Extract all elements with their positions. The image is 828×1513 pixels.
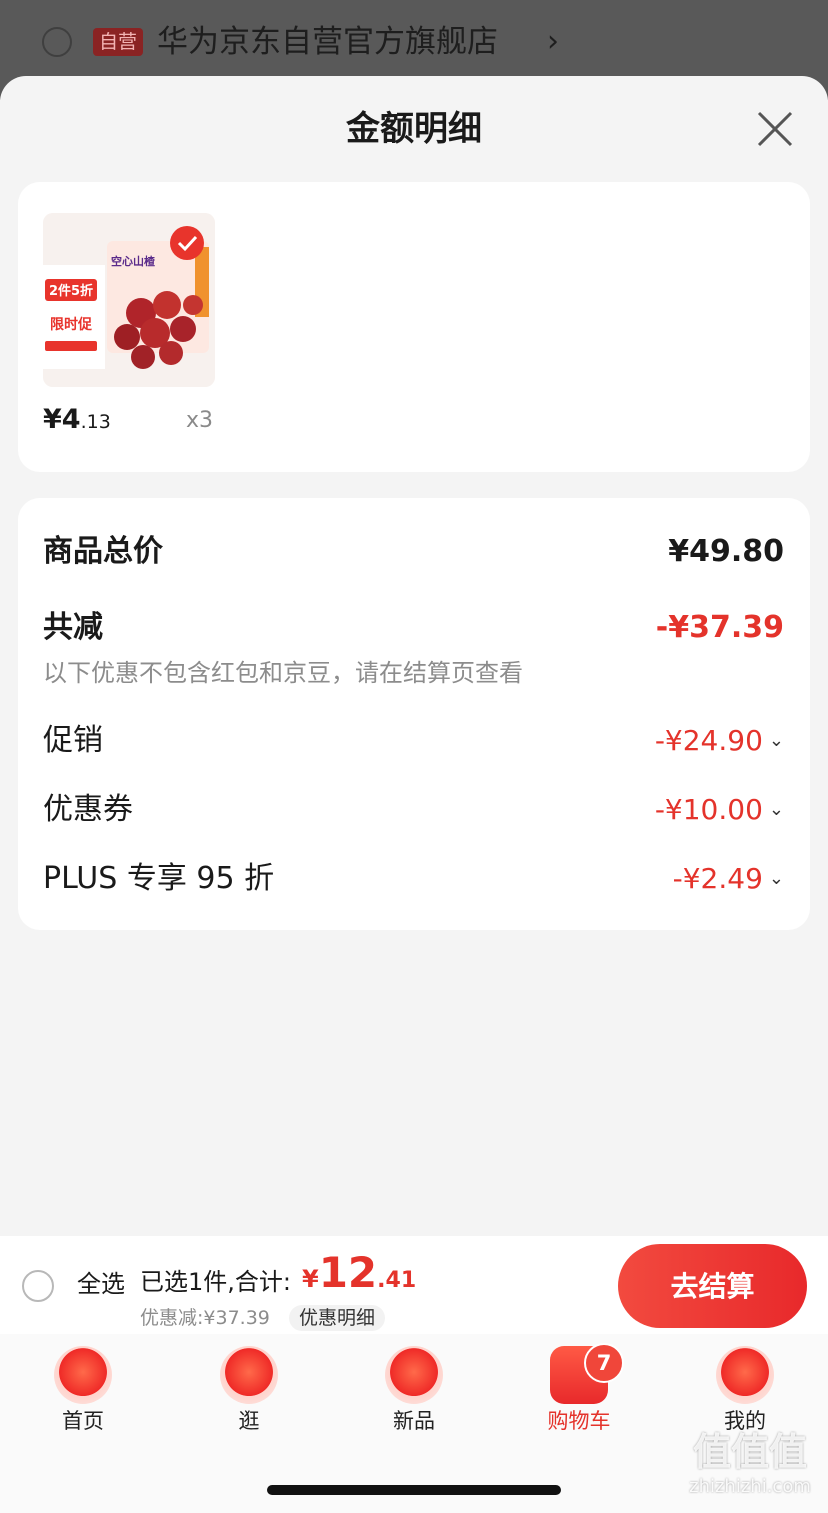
chevron-right-icon[interactable]: › <box>547 22 559 62</box>
promo-text-2: 限时促 <box>50 316 93 333</box>
tab-new-products-label: 新品 <box>393 1409 435 1433</box>
promotion-amount: -¥24.90 <box>654 724 763 757</box>
close-icon[interactable] <box>757 111 793 147</box>
profile-icon <box>716 1346 774 1404</box>
total-integer: 12 <box>318 1248 378 1297</box>
discount-detail-button[interactable]: 优惠明细 <box>289 1305 386 1331</box>
tab-home[interactable]: 首页 <box>23 1346 143 1436</box>
chevron-down-icon[interactable]: ⌄ <box>769 719 784 763</box>
selected-count: 已选1件,合计: <box>140 1268 291 1296</box>
promotion-value[interactable]: -¥24.90 ⌄ <box>655 719 784 767</box>
discount-note: 以下优惠不包含红包和京豆，请在结算页查看 <box>43 659 523 687</box>
chevron-down-icon[interactable]: ⌄ <box>769 788 784 832</box>
plus-discount-amount: -¥2.49 <box>672 862 763 895</box>
cart-count-badge: 7 <box>584 1343 624 1383</box>
sheet-title: 金额明细 <box>346 109 482 149</box>
total-reduction-label: 共减 <box>43 610 103 645</box>
watermark-url: zhizhizhi.com <box>689 1476 811 1497</box>
new-products-icon <box>385 1346 443 1404</box>
chevron-down-icon[interactable]: ⌄ <box>769 857 784 901</box>
store-select-radio[interactable] <box>42 27 72 57</box>
promotion-label: 促销 <box>43 723 103 758</box>
price-decimal: .13 <box>80 411 111 433</box>
plus-discount-value[interactable]: -¥2.49 ⌄ <box>673 857 784 905</box>
total-decimal: .41 <box>377 1268 417 1293</box>
product-image[interactable]: 2件5折 限时促 空心山楂 <box>43 213 215 387</box>
store-name[interactable]: 华为京东自营官方旗舰店 <box>157 20 498 64</box>
goods-total-value: ¥49.80 <box>668 534 784 569</box>
tab-browse[interactable]: 逛 <box>189 1346 309 1436</box>
browse-icon <box>220 1346 278 1404</box>
total-currency: ¥ <box>302 1265 319 1293</box>
home-icon <box>54 1346 112 1404</box>
coupon-label: 优惠券 <box>43 792 133 827</box>
watermark: 值值值 <box>692 1430 807 1474</box>
select-all-radio[interactable] <box>22 1270 54 1302</box>
coupon-value[interactable]: -¥10.00 ⌄ <box>655 788 784 836</box>
price-integer: ¥4 <box>43 404 81 435</box>
tab-home-label: 首页 <box>62 1409 104 1433</box>
discount-amount: 优惠减:¥37.39 <box>140 1307 270 1329</box>
coupon-amount: -¥10.00 <box>654 793 763 826</box>
goods-total-label: 商品总价 <box>43 534 163 569</box>
tab-cart-label: 购物车 <box>547 1409 611 1433</box>
product-name-text: 空心山楂 <box>111 254 156 268</box>
select-all-label[interactable]: 全选 <box>77 1266 125 1302</box>
self-operated-tag: 自营 <box>93 28 144 56</box>
unit-price: ¥4.13 <box>43 400 111 442</box>
quantity: x3 <box>186 408 214 433</box>
plus-discount-label: PLUS 专享 95 折 <box>43 861 275 896</box>
checkout-total: ¥12.41 <box>302 1246 416 1309</box>
promo-text-1: 2件5折 <box>49 283 93 299</box>
tab-browse-label: 逛 <box>238 1409 260 1433</box>
tab-new-products[interactable]: 新品 <box>354 1346 474 1436</box>
tab-profile[interactable]: 我的 <box>685 1346 805 1436</box>
home-indicator[interactable] <box>267 1485 561 1495</box>
total-reduction-value: -¥37.39 <box>655 610 784 645</box>
checkout-button[interactable]: 去结算 <box>618 1244 807 1328</box>
